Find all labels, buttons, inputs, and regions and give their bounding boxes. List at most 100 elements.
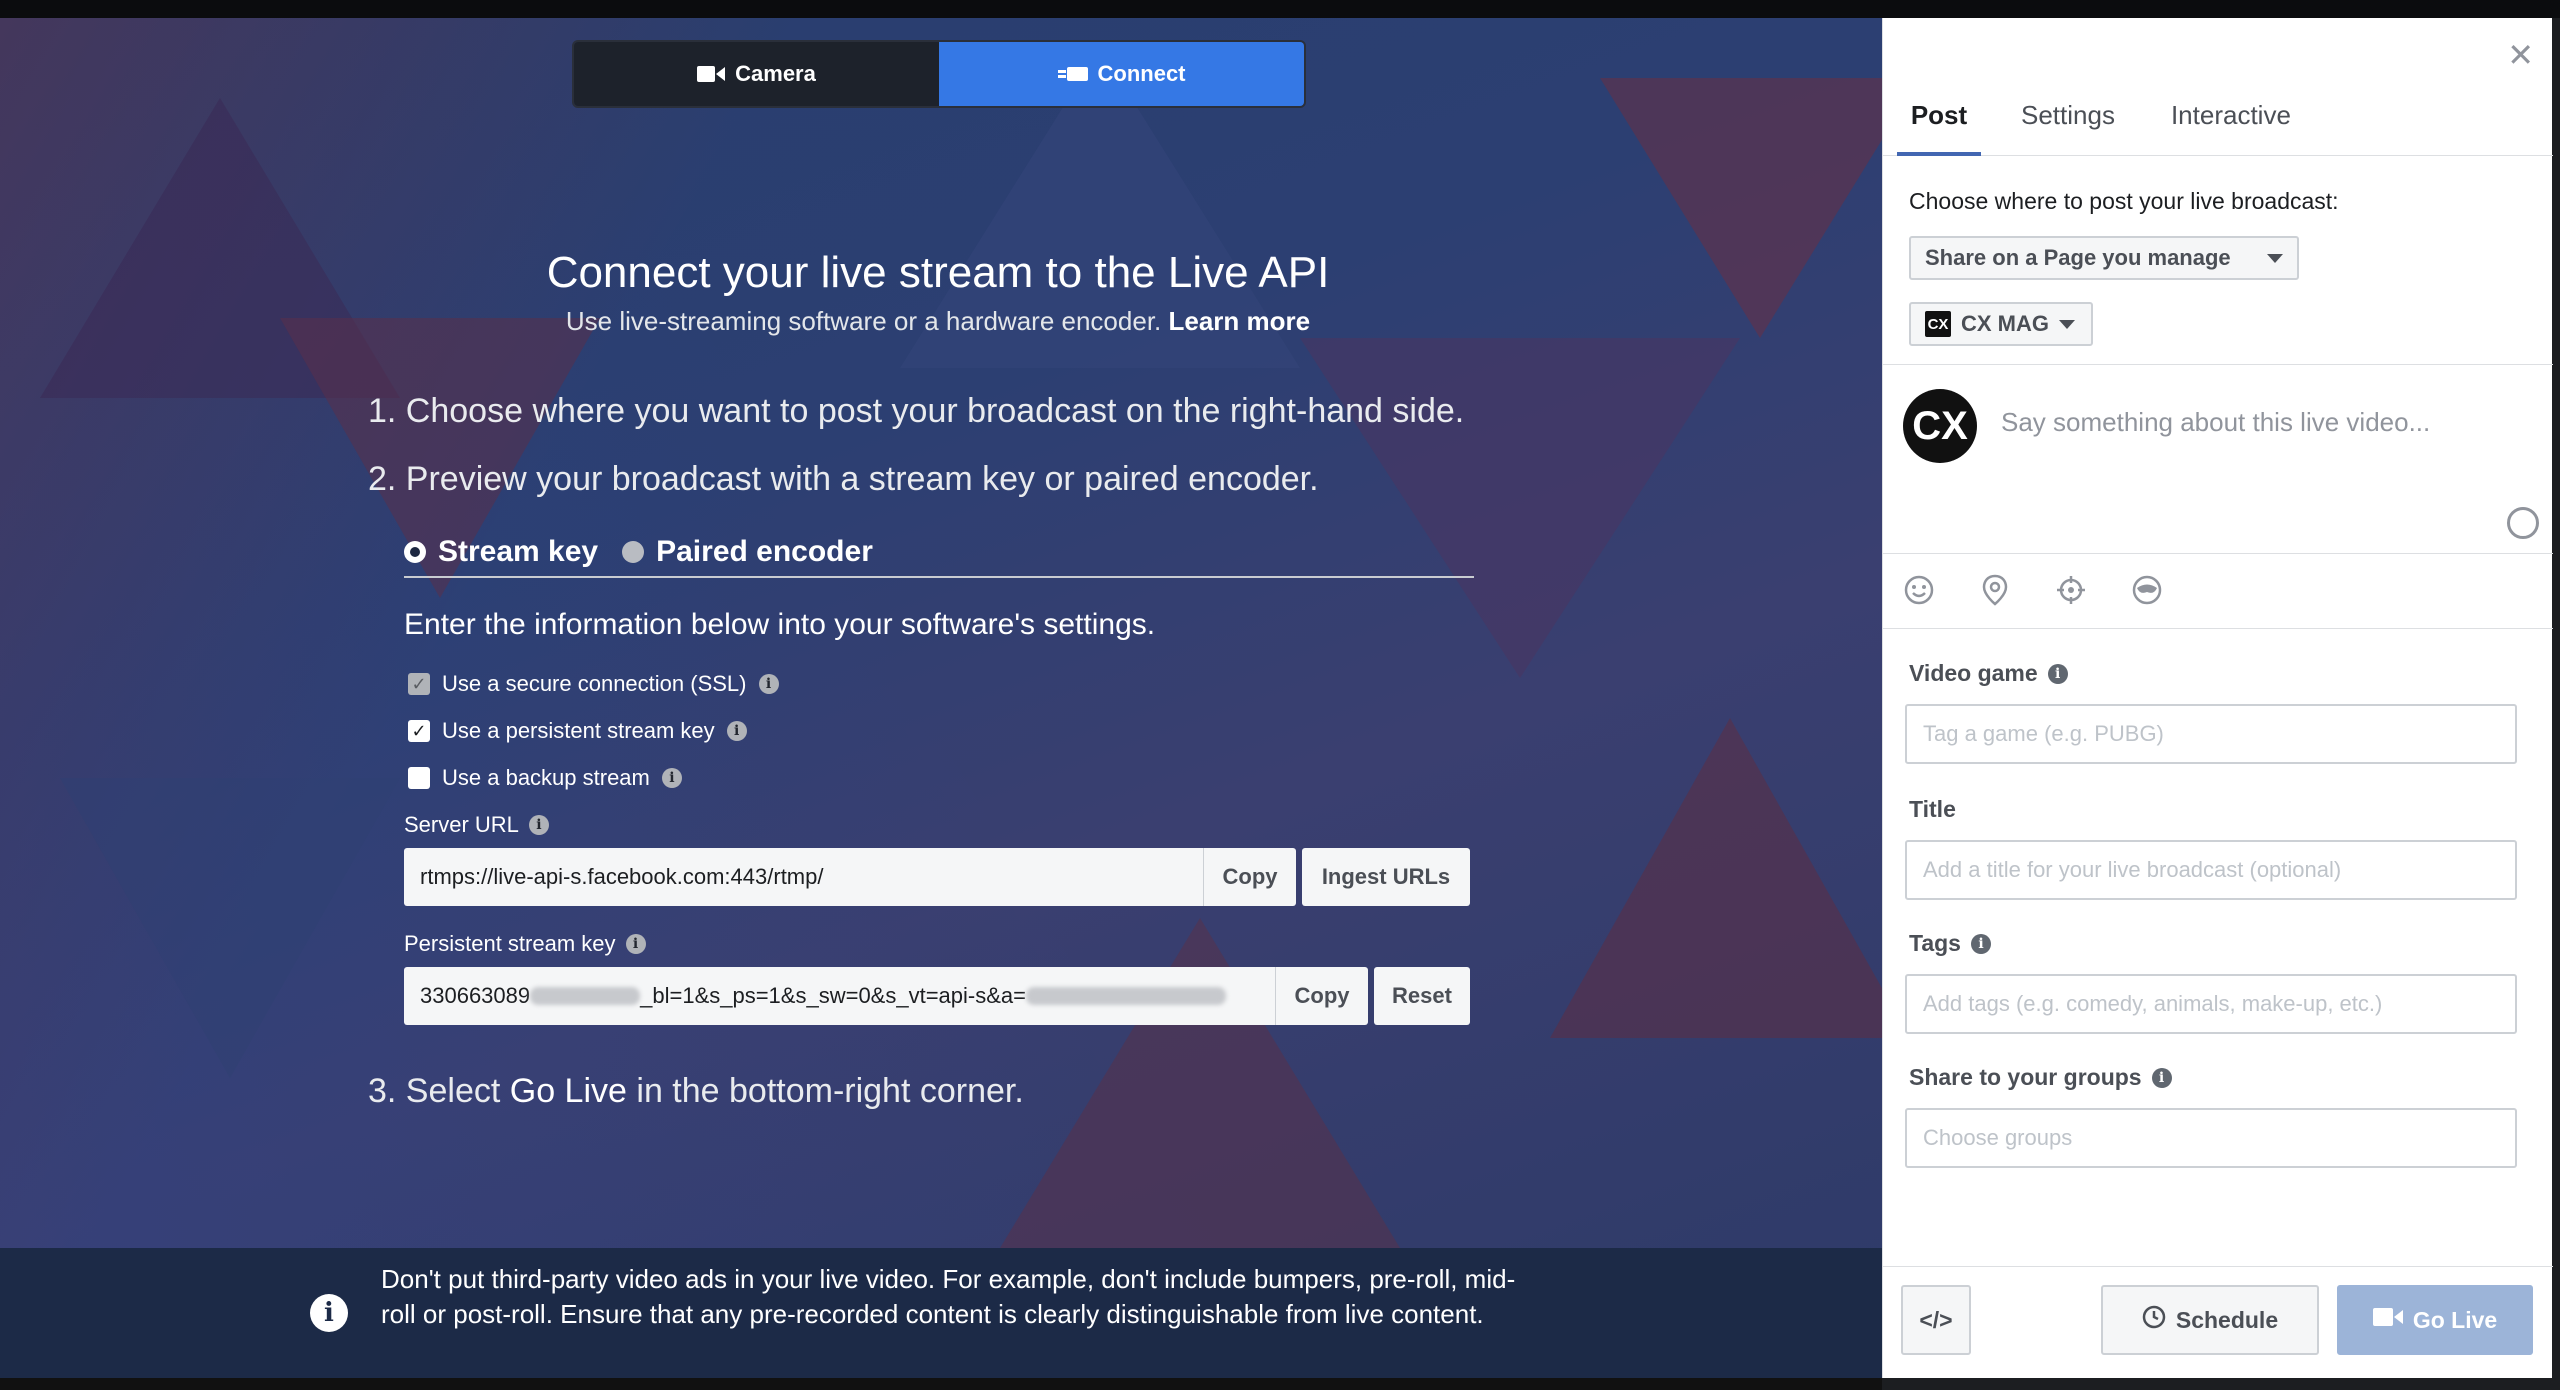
title-input[interactable]: Add a title for your live broadcast (opt… [1905, 840, 2517, 900]
notice-text: Don't put third-party video ads in your … [381, 1264, 1516, 1329]
groups-input[interactable]: Choose groups [1905, 1108, 2517, 1168]
info-icon[interactable]: i [625, 934, 646, 954]
persistent-key-checkbox-label: Use a persistent stream key [442, 718, 715, 743]
step-1: 1. Choose where you want to post your br… [368, 392, 1465, 430]
page-dropdown[interactable]: CX CX MAG [1909, 302, 2093, 346]
code-icon: </> [1919, 1306, 1953, 1333]
persistent-key-checkbox[interactable]: ✓ Use a persistent stream key i [408, 718, 747, 744]
checkbox-checked-disabled-icon: ✓ [408, 673, 430, 695]
server-url-field[interactable]: rtmps://live-api-s.facebook.com:443/rtmp… [404, 848, 1204, 906]
connect-plug-icon [1057, 64, 1088, 84]
redacted-key-part [1025, 987, 1226, 1005]
info-icon[interactable]: i [661, 768, 682, 788]
top-strip [0, 0, 2560, 18]
tags-label: Tags i [1909, 930, 1991, 957]
post-settings-panel: ✕ Post Settings Interactive Choose where… [1882, 18, 2553, 1378]
connect-tab-label: Connect [1097, 61, 1186, 86]
video-game-input[interactable]: Tag a game (e.g. PUBG) [1905, 704, 2517, 764]
learn-more-link[interactable]: Learn more [1169, 306, 1311, 336]
copy-server-url-button[interactable]: Copy [1204, 848, 1296, 906]
tab-interactive[interactable]: Interactive [2171, 88, 2291, 156]
paired-encoder-radio[interactable]: Paired encoder [622, 535, 873, 569]
info-icon[interactable]: i [1970, 933, 1991, 954]
choose-where-label: Choose where to post your live broadcast… [1909, 188, 2339, 214]
share-destination-value: Share on a Page you manage [1925, 245, 2231, 270]
ssl-checkbox[interactable]: ✓ Use a secure connection (SSL) i [408, 671, 779, 697]
divider [1883, 628, 2553, 629]
compose-input[interactable]: Say something about this live video... [2001, 407, 2430, 438]
location-pin-icon[interactable] [1979, 574, 2011, 606]
stream-key-radio[interactable]: Stream key [404, 535, 598, 569]
embed-code-button[interactable]: </> [1901, 1285, 1971, 1355]
emoji-icon[interactable] [1903, 574, 1935, 606]
radio-unselected-icon [622, 541, 645, 563]
tab-post[interactable]: Post [1897, 88, 1981, 156]
step-3-prefix: 3. Select [368, 1072, 510, 1110]
page-logo: CX [1925, 311, 1951, 337]
clock-icon [2142, 1305, 2166, 1335]
mode-toggle: Camera Connect [572, 40, 1306, 108]
video-game-label: Video game i [1909, 660, 2068, 687]
tags-label-text: Tags [1909, 930, 1961, 956]
go-live-button[interactable]: Go Live [2337, 1285, 2533, 1355]
schedule-label: Schedule [2175, 1306, 2279, 1333]
info-icon[interactable]: i [726, 721, 747, 741]
avatar: CX [1903, 389, 1977, 463]
server-url-label: Server URL i [404, 812, 549, 838]
subheading-text: Use live-streaming software or a hardwar… [565, 306, 1162, 336]
panel-tabs: Post Settings Interactive [1883, 88, 2553, 156]
paired-encoder-radio-label: Paired encoder [656, 535, 873, 568]
radio-selected-icon [404, 541, 426, 563]
compose-area: CX Say something about this live video..… [1883, 364, 2553, 554]
server-url-label-text: Server URL [404, 812, 519, 837]
stream-key-start: 330663089 [420, 983, 531, 1008]
camera-tab-label: Camera [735, 61, 816, 86]
stream-background [0, 18, 1882, 1390]
stream-key-radio-label: Stream key [438, 535, 599, 568]
share-destination-dropdown[interactable]: Share on a Page you manage [1909, 236, 2299, 280]
checkbox-checked-icon: ✓ [408, 720, 430, 742]
step-3: 3. Select Go Live in the bottom-right co… [368, 1072, 1024, 1111]
step-3-highlight: Go Live [509, 1072, 627, 1110]
video-game-label-text: Video game [1909, 660, 2038, 686]
chevron-down-icon [2267, 253, 2283, 263]
enter-info-text: Enter the information below into your so… [404, 608, 1156, 641]
close-icon[interactable]: ✕ [2507, 36, 2534, 74]
info-icon[interactable]: i [2047, 663, 2068, 684]
stream-source-radio-group: Stream key Paired encoder [404, 528, 1474, 578]
info-icon[interactable]: i [758, 674, 779, 694]
info-icon[interactable]: i [528, 815, 549, 835]
backup-stream-checkbox[interactable]: Use a backup stream i [408, 765, 682, 791]
tags-input[interactable]: Add tags (e.g. comedy, animals, make-up,… [1905, 974, 2517, 1034]
checkbox-unchecked-icon [408, 767, 430, 789]
stream-key-field[interactable]: 330663089 _bl=1&s_ps=1&s_sw=0&s_vt=api-s… [404, 967, 1276, 1025]
stream-key-mid: _bl=1&s_ps=1&s_sw=0&s_vt=api-s&a= [640, 983, 1026, 1008]
redacted-key-part [530, 987, 641, 1005]
page-dropdown-value: CX MAG [1961, 311, 2049, 336]
video-camera-icon [697, 64, 726, 84]
groups-label-text: Share to your groups [1909, 1064, 2142, 1090]
step-2: 2. Preview your broadcast with a stream … [368, 460, 1319, 498]
stream-key-row: 330663089 _bl=1&s_ps=1&s_sw=0&s_vt=api-s… [404, 967, 1470, 1025]
connect-tab[interactable]: Connect [939, 42, 1304, 106]
reset-stream-key-button[interactable]: Reset [1374, 967, 1470, 1025]
ssl-checkbox-label: Use a secure connection (SSL) [442, 671, 747, 696]
mask-icon[interactable] [2131, 574, 2163, 606]
stream-key-label-text: Persistent stream key [404, 931, 616, 956]
bottom-strip [0, 1378, 1882, 1390]
target-icon[interactable] [2055, 574, 2087, 606]
stream-key-label: Persistent stream key i [404, 931, 646, 957]
smiley-icon[interactable] [2507, 507, 2539, 539]
chevron-down-icon [2059, 319, 2075, 329]
copy-stream-key-button[interactable]: Copy [1276, 967, 1368, 1025]
ingest-urls-button[interactable]: Ingest URLs [1302, 848, 1470, 906]
page-title: Connect your live stream to the Live API [546, 248, 1330, 297]
post-tools [1903, 574, 2163, 606]
camera-tab[interactable]: Camera [574, 42, 939, 106]
title-label: Title [1909, 796, 1956, 822]
info-icon[interactable]: i [2151, 1067, 2172, 1088]
schedule-button[interactable]: Schedule [2101, 1285, 2319, 1355]
tab-settings[interactable]: Settings [2021, 88, 2115, 156]
backup-stream-checkbox-label: Use a backup stream [442, 765, 650, 790]
go-live-label: Go Live [2412, 1306, 2498, 1333]
